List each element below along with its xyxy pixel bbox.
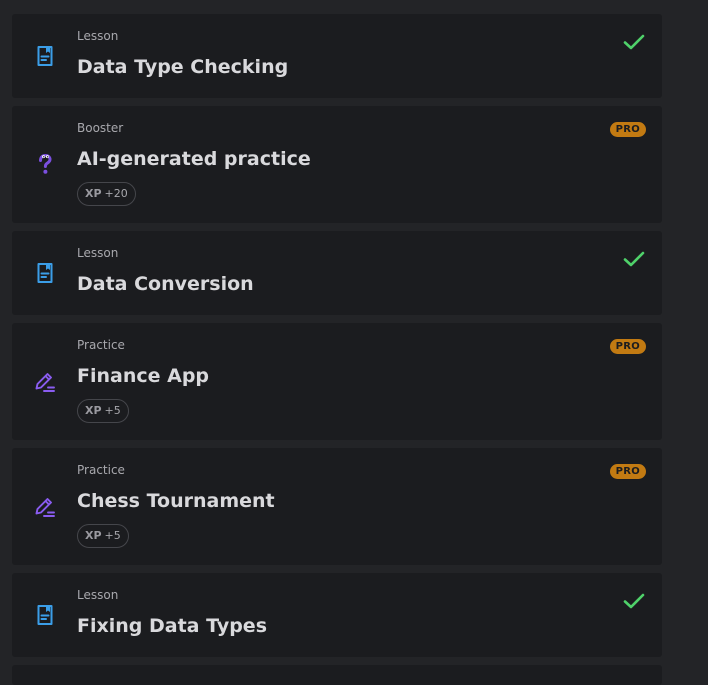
booster-card-ai-generated-practice[interactable]: Booster AI-generated practice PRO XP +20 xyxy=(12,106,662,223)
item-type-label: Lesson xyxy=(77,29,119,43)
item-type-label: Lesson xyxy=(77,246,119,260)
practice-card-finance-app[interactable]: Practice Finance App PRO XP +5 xyxy=(12,323,662,440)
item-type-label: Lesson xyxy=(77,588,119,602)
lesson-card-data-type-checking[interactable]: Lesson Data Type Checking xyxy=(12,14,662,98)
item-type-label: Booster xyxy=(77,121,124,135)
next-item-card-partial[interactable] xyxy=(12,665,662,685)
completed-check-icon xyxy=(623,34,645,50)
item-type-label: Practice xyxy=(77,338,125,352)
item-title: Chess Tournament xyxy=(77,490,275,512)
xp-reward-chip: XP +5 xyxy=(77,524,129,548)
pro-badge: PRO xyxy=(609,464,646,479)
item-title: Data Conversion xyxy=(77,273,254,295)
pro-badge: PRO xyxy=(609,122,646,137)
item-title: Data Type Checking xyxy=(77,56,289,78)
xp-value: +5 xyxy=(104,404,121,417)
course-item-list: Lesson Data Type Checking Booster AI-gen… xyxy=(12,14,662,685)
practice-pencil-icon xyxy=(35,498,55,517)
item-type-label: Practice xyxy=(77,463,125,477)
xp-value: +20 xyxy=(104,187,128,200)
item-title: Fixing Data Types xyxy=(77,615,267,637)
xp-value: +5 xyxy=(104,529,121,542)
xp-reward-chip: XP +5 xyxy=(77,399,129,423)
booster-question-icon xyxy=(39,153,52,174)
lesson-doc-icon xyxy=(37,263,53,283)
lesson-doc-icon xyxy=(37,46,53,66)
lesson-card-fixing-data-types[interactable]: Lesson Fixing Data Types xyxy=(12,573,662,657)
practice-pencil-icon xyxy=(35,373,55,392)
lesson-doc-icon xyxy=(37,605,53,625)
xp-label: XP xyxy=(85,187,102,200)
practice-card-chess-tournament[interactable]: Practice Chess Tournament PRO XP +5 xyxy=(12,448,662,565)
completed-check-icon xyxy=(623,593,645,609)
completed-check-icon xyxy=(623,251,645,267)
lesson-card-data-conversion[interactable]: Lesson Data Conversion xyxy=(12,231,662,315)
pro-badge: PRO xyxy=(609,339,646,354)
item-title: AI-generated practice xyxy=(77,148,311,170)
xp-label: XP xyxy=(85,404,102,417)
xp-reward-chip: XP +20 xyxy=(77,182,136,206)
item-title: Finance App xyxy=(77,365,210,387)
xp-label: XP xyxy=(85,529,102,542)
